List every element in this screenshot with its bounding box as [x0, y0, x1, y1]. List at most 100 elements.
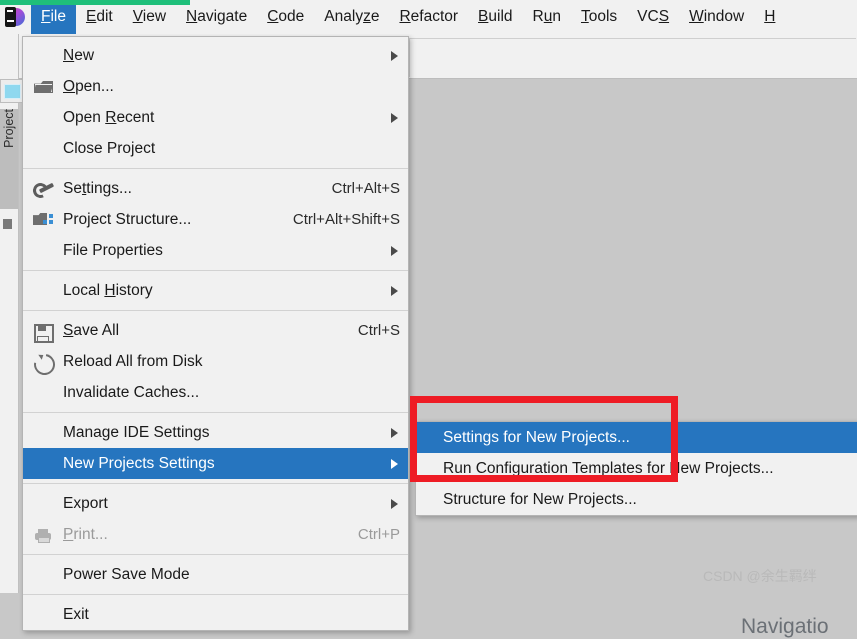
menubar-item-view[interactable]: View: [123, 0, 176, 34]
menu-item-file-properties[interactable]: File Properties: [23, 235, 408, 266]
progress-accent-bar: [0, 0, 190, 5]
menu-item-label: Manage IDE Settings: [63, 423, 210, 441]
menubar-item-run[interactable]: Run: [523, 0, 571, 34]
menu-item-label: File Properties: [63, 241, 163, 259]
submenu-item-label: Settings for New Projects...: [443, 428, 630, 446]
menu-item-shortcut: Ctrl+S: [357, 322, 400, 339]
menubar-item-build[interactable]: Build: [468, 0, 522, 34]
project-tab-label: Project: [2, 109, 16, 148]
new-projects-settings-submenu[interactable]: Settings for New Projects... Run Configur…: [415, 421, 857, 516]
menu-item-no-icon: [23, 275, 63, 306]
menu-item-label: Open...: [63, 77, 114, 95]
menu-item-shortcut: Ctrl+Alt+S: [331, 180, 400, 197]
project-structure-icon: [23, 204, 63, 235]
folder-icon: [23, 71, 63, 102]
chevron-right-icon: [391, 498, 398, 509]
menu-item-no-icon: [23, 40, 63, 71]
chevron-right-icon: [391, 285, 398, 296]
menu-item-label: Invalidate Caches...: [63, 383, 200, 401]
menu-item-label: Local History: [63, 281, 153, 299]
menu-item-export[interactable]: Export: [23, 488, 408, 519]
menu-item-reload-all-from-disk[interactable]: Reload All from Disk: [23, 346, 408, 380]
menu-item-label: Power Save Mode: [63, 565, 190, 583]
toolbar-inner-panel: [409, 38, 856, 77]
menubar-item-h[interactable]: H: [754, 0, 785, 34]
menu-item-label: Print...: [63, 525, 108, 543]
print-icon: [23, 519, 63, 550]
submenu-item-settings-for-new-projects[interactable]: Settings for New Projects...: [416, 422, 857, 453]
menu-item-label: Open Recent: [63, 108, 155, 126]
menu-separator: [23, 483, 408, 484]
chevron-right-icon: [391, 50, 398, 61]
menu-item-shortcut: Ctrl+P: [357, 526, 400, 543]
menu-item-save-all[interactable]: Save All Ctrl+S: [23, 315, 408, 346]
menu-separator: [23, 270, 408, 271]
menubar-item-tools[interactable]: Tools: [571, 0, 627, 34]
menu-item-exit[interactable]: Exit: [23, 599, 408, 630]
menu-item-label: New Projects Settings: [63, 454, 215, 472]
menubar-item-navigate[interactable]: Navigate: [176, 0, 257, 34]
menu-item-no-icon: [23, 488, 63, 519]
menu-item-no-icon: [23, 417, 63, 448]
menu-item-label: Reload All from Disk: [63, 352, 203, 370]
menu-item-settings[interactable]: Settings... Ctrl+Alt+S: [23, 173, 408, 204]
intellij-logo-icon: [1, 2, 31, 32]
chevron-right-icon: [391, 458, 398, 469]
menu-separator: [23, 594, 408, 595]
sidebar-item-project[interactable]: Project: [0, 109, 18, 209]
submenu-item-run-configuration-templates-for-new-projects[interactable]: Run Configuration Templates for New Proj…: [416, 453, 857, 484]
wrench-icon: [23, 173, 63, 204]
menubar-item-file[interactable]: File: [31, 0, 76, 34]
menu-item-no-icon: [23, 133, 63, 164]
menu-item-project-structure[interactable]: Project Structure... Ctrl+Alt+Shift+S: [23, 204, 408, 235]
reload-icon: [23, 346, 63, 380]
menu-item-label: Exit: [63, 605, 89, 623]
menu-item-label: New: [63, 46, 95, 64]
menubar-item-code[interactable]: Code: [257, 0, 314, 34]
menu-item-new[interactable]: New: [23, 40, 408, 71]
menu-item-label: Project Structure...: [63, 210, 192, 228]
structure-tab-icon[interactable]: [3, 219, 12, 229]
menu-item-new-projects-settings[interactable]: New Projects Settings: [23, 448, 408, 479]
left-tool-window-strip[interactable]: Project: [0, 34, 24, 593]
submenu-item-structure-for-new-projects[interactable]: Structure for New Projects...: [416, 484, 857, 515]
menu-item-no-icon: [23, 235, 63, 266]
menu-item-label: Settings...: [63, 179, 132, 197]
menu-bar[interactable]: File Edit View Navigate Code Analyze Refactor B…: [0, 0, 857, 34]
submenu-item-label: Structure for New Projects...: [443, 490, 637, 508]
menubar-item-edit[interactable]: Edit: [76, 0, 123, 34]
menu-item-no-icon: [23, 559, 63, 590]
menu-item-no-icon: [23, 102, 63, 133]
menu-item-label: Close Project: [63, 139, 156, 157]
menu-item-shortcut: Ctrl+Alt+Shift+S: [292, 211, 400, 228]
menu-item-no-icon: [23, 377, 63, 408]
chevron-right-icon: [391, 245, 398, 256]
menu-item-print: Print... Ctrl+P: [23, 519, 408, 550]
menubar-item-refactor[interactable]: Refactor: [389, 0, 468, 34]
menu-item-label: Export: [63, 494, 108, 512]
menu-item-manage-ide-settings[interactable]: Manage IDE Settings: [23, 417, 408, 448]
menu-separator: [23, 412, 408, 413]
menu-item-local-history[interactable]: Local History: [23, 275, 408, 306]
submenu-item-label: Run Configuration Templates for New Proj…: [443, 459, 774, 477]
menubar-item-window[interactable]: Window: [679, 0, 754, 34]
menu-item-no-icon: [23, 448, 63, 479]
menu-item-label: Save All: [63, 321, 120, 339]
menu-item-close-project[interactable]: Close Project: [23, 133, 408, 164]
chevron-right-icon: [391, 427, 398, 438]
menu-separator: [23, 554, 408, 555]
menu-item-open[interactable]: Open...: [23, 71, 408, 102]
tool-window-chip-icon: [0, 79, 24, 103]
menubar-item-vcs[interactable]: VCS: [627, 0, 679, 34]
save-icon: [23, 315, 63, 346]
file-dropdown-menu[interactable]: New Open... Open Recent Close Project Settin…: [22, 36, 409, 631]
menubar-item-analyze[interactable]: Analyze: [314, 0, 389, 34]
menu-item-open-recent[interactable]: Open Recent: [23, 102, 408, 133]
menu-item-invalidate-caches[interactable]: Invalidate Caches...: [23, 377, 408, 408]
menu-item-power-save-mode[interactable]: Power Save Mode: [23, 559, 408, 590]
watermark-text: CSDN @余生羁绊: [703, 568, 817, 584]
navigation-hint: Navigatio: [741, 615, 829, 638]
chevron-right-icon: [391, 112, 398, 123]
menu-separator: [23, 310, 408, 311]
menu-item-no-icon: [23, 599, 63, 630]
